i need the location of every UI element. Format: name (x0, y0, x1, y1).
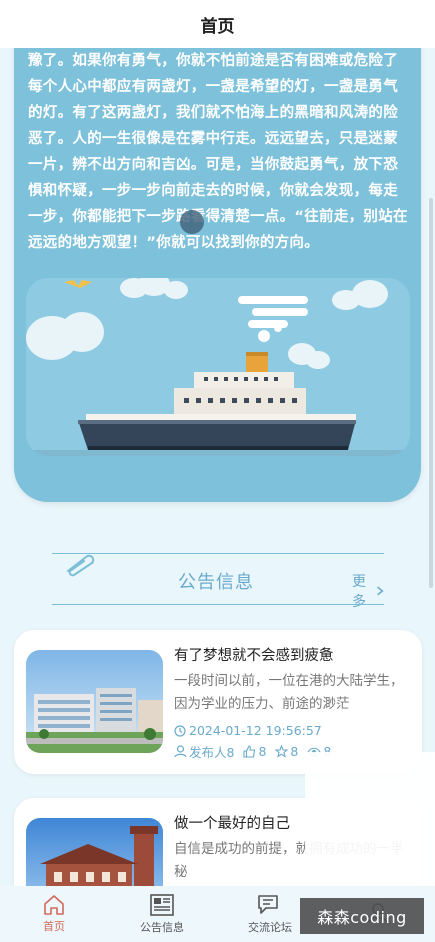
clock-icon (174, 724, 186, 737)
intro-card: 豫了。如果你有勇气，你就不怕前途是否有困难或危险了每个人心中都应有两盏灯，一盏是… (14, 48, 421, 502)
likes-count: 8 (258, 744, 267, 759)
nav-item-notices[interactable]: 公告信息 (108, 886, 216, 942)
top-bar: 首页 (0, 0, 435, 48)
nav-label: 首页 (43, 920, 65, 933)
chat-icon (258, 895, 278, 914)
divider-bottom (52, 604, 384, 605)
page-title: 首页 (200, 16, 235, 37)
favorites-count: 8 (290, 744, 299, 759)
scrollbar[interactable] (429, 198, 433, 588)
news-title[interactable]: 有了梦想就不会感到疲惫 (174, 644, 414, 665)
nav-item-home[interactable]: 首页 (0, 886, 108, 942)
user-icon (174, 745, 187, 758)
blur-overlay (305, 752, 435, 886)
more-link[interactable]: 更多 (352, 571, 384, 611)
favorites[interactable]: 8 (275, 744, 298, 759)
news-time: 2024-01-12 19:56:57 (174, 723, 322, 738)
chevron-right-icon (377, 586, 384, 596)
likes[interactable]: 8 (243, 744, 266, 759)
news-summary: 一段时间以前，一位在港的大陆学生，因为学业的压力、前途的渺茫 (174, 673, 404, 712)
more-label: 更多 (352, 574, 366, 610)
paperclip-icon (67, 554, 95, 577)
news-thumbnail (26, 818, 163, 886)
intro-text: 豫了。如果你有勇气，你就不怕前途是否有困难或危险了每个人心中都应有两盏灯，一盏是… (28, 53, 408, 251)
divider-top (52, 553, 384, 554)
home-icon (44, 895, 64, 915)
thumbs-up-icon (243, 745, 256, 758)
publisher: 发布人8 (174, 742, 234, 761)
publisher-name: 发布人8 (189, 745, 235, 760)
notice-section-header: 公告信息 更多 (52, 553, 384, 610)
star-icon (275, 745, 289, 758)
carousel-indicator-dot[interactable] (180, 210, 204, 234)
news-time-text: 2024-01-12 19:56:57 (189, 723, 322, 738)
newspaper-icon (150, 894, 174, 916)
watermark: 森森coding (300, 898, 424, 934)
ship-illustration (26, 278, 410, 456)
ship-illustration-graphic (26, 278, 410, 456)
notice-title: 公告信息 (178, 572, 254, 593)
news-thumbnail (26, 650, 163, 753)
nav-label: 公告信息 (140, 921, 184, 934)
nav-label: 交流论坛 (248, 921, 292, 934)
